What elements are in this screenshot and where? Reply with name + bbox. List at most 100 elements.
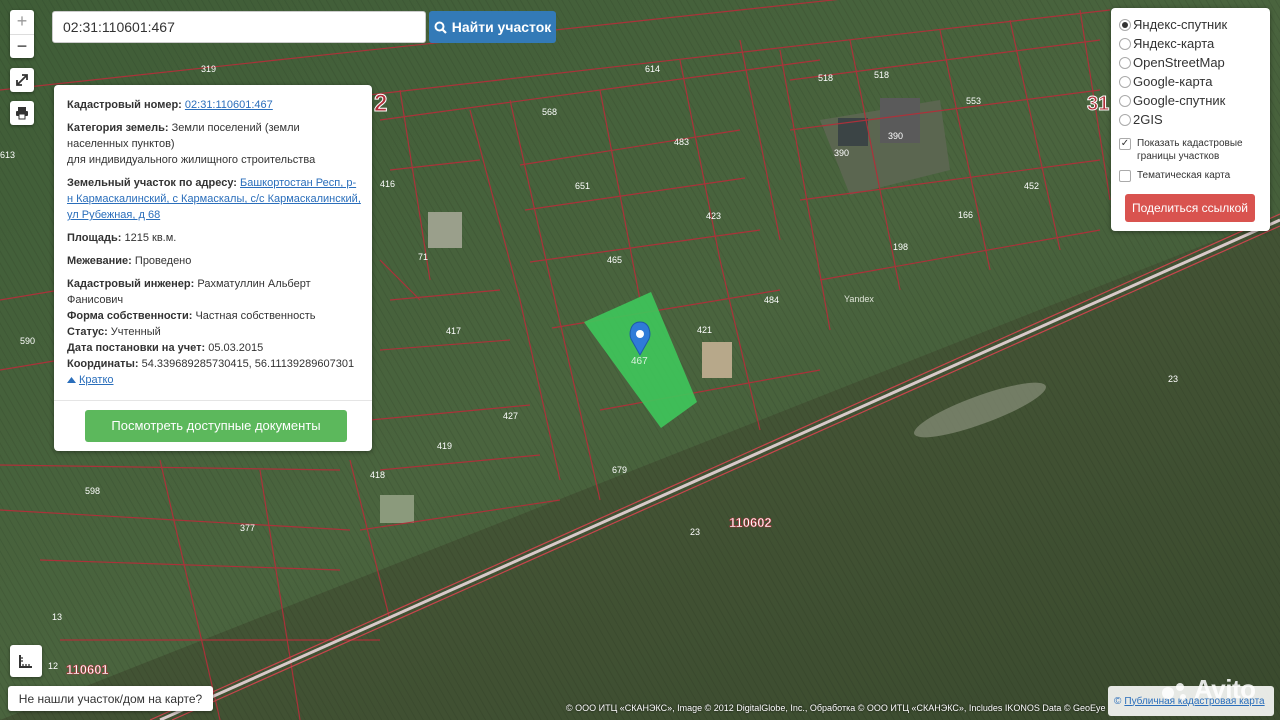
parcel-label: 416 <box>380 179 395 189</box>
ownership-row: Форма собственности: Частная собственнос… <box>67 308 362 324</box>
area-row: Площадь: 1215 кв.м. <box>67 230 362 246</box>
radio-icon[interactable] <box>1119 56 1131 69</box>
parcel-label: 166 <box>958 210 973 220</box>
not-found-button[interactable]: Не нашли участок/дом на карте? <box>8 686 213 711</box>
ownership-label: Форма собственности: <box>67 310 193 322</box>
block-label: 2 <box>374 90 387 117</box>
checkbox-icon[interactable] <box>1119 170 1131 182</box>
share-link-button[interactable]: Поделиться ссылкой <box>1125 194 1255 222</box>
parcel-label: 13 <box>52 612 62 622</box>
ownership-value: Частная собственность <box>195 310 316 322</box>
quarter-label: 110602 <box>729 515 772 530</box>
category-row: Категория земель: Земли поселений (земли… <box>67 120 362 168</box>
parcel-label: 598 <box>85 486 100 496</box>
radio-icon[interactable] <box>1119 113 1131 126</box>
avito-watermark: Avito <box>1160 674 1256 705</box>
layer-option[interactable]: Google-карта <box>1119 72 1270 91</box>
status-label: Статус: <box>67 326 108 338</box>
parcel-label: 518 <box>818 73 833 83</box>
parcel-info-card: Кадастровый номер: 02:31:110601:467 Кате… <box>54 85 372 451</box>
avito-label: Avito <box>1194 674 1256 704</box>
zoom-out-button[interactable]: − <box>10 34 34 58</box>
parcel-label: 651 <box>575 181 590 191</box>
survey-label: Межевание: <box>67 255 132 267</box>
thematic-option[interactable]: Тематическая карта <box>1119 169 1270 182</box>
date-value: 05.03.2015 <box>208 342 264 354</box>
collapse-toggle[interactable]: Кратко <box>67 372 362 388</box>
engineer-label: Кадастровый инженер: <box>67 278 195 290</box>
layer-switcher: Яндекс-спутник Яндекс-карта OpenStreetMa… <box>1111 8 1270 231</box>
cadastral-number-link[interactable]: 02:31:110601:467 <box>185 99 273 111</box>
parcel-label: 427 <box>503 411 518 421</box>
show-borders-label: Показать кадастровые границы участков <box>1137 138 1243 162</box>
category-label: Категория земель: <box>67 122 169 134</box>
parcel-label: 12 <box>48 661 58 671</box>
layer-label: Google-спутник <box>1133 93 1226 108</box>
printer-icon <box>16 107 28 120</box>
parcel-label: 613 <box>0 150 15 160</box>
radio-icon[interactable] <box>1119 94 1131 107</box>
layer-label: OpenStreetMap <box>1133 55 1225 70</box>
construction <box>428 212 462 248</box>
layer-option[interactable]: 2GIS <box>1119 110 1270 129</box>
parcel-label: 484 <box>764 295 779 305</box>
construction <box>380 495 414 523</box>
collapse-label: Кратко <box>79 374 114 386</box>
engineer-row: Кадастровый инженер: Рахматуллин Альберт… <box>67 276 362 308</box>
parcel-label: 568 <box>542 107 557 117</box>
parcel-label: 417 <box>446 326 461 336</box>
parcel-label: 452 <box>1024 181 1039 191</box>
parcel-label: 590 <box>20 336 35 346</box>
date-label: Дата постановки на учет: <box>67 342 206 354</box>
parcel-label: 467 <box>631 356 648 367</box>
parcel-label: 23 <box>690 527 700 537</box>
parcel-label: 418 <box>370 470 385 480</box>
ruler-button[interactable] <box>10 645 42 677</box>
parcel-label: 483 <box>674 137 689 147</box>
fullscreen-button[interactable] <box>10 68 34 92</box>
address-label: Земельный участок по адресу: <box>67 177 237 189</box>
parcel-label: 23 <box>1168 374 1178 384</box>
find-parcel-label: Найти участок <box>451 19 552 35</box>
expand-icon <box>16 74 28 86</box>
date-row: Дата постановки на учет: 05.03.2015 <box>67 340 362 356</box>
coords-label: Координаты: <box>67 358 139 370</box>
search-icon <box>434 21 447 34</box>
layer-option[interactable]: OpenStreetMap <box>1119 53 1270 72</box>
layer-label: 2GIS <box>1133 112 1163 127</box>
layer-label: Яндекс-карта <box>1133 36 1215 51</box>
ruler-icon <box>19 655 32 668</box>
checkmark-icon[interactable]: ✓ <box>1119 138 1131 150</box>
parcel-label: 679 <box>612 465 627 475</box>
view-documents-button[interactable]: Посмотреть доступные документы <box>85 410 347 442</box>
yandex-watermark: Yandex <box>844 294 874 304</box>
search-input[interactable]: 02:31:110601:467 <box>52 11 426 43</box>
parcel-label: 614 <box>645 64 660 74</box>
layer-option[interactable]: Google-спутник <box>1119 91 1270 110</box>
parcel-label: 319 <box>201 64 216 74</box>
layer-option[interactable]: Яндекс-спутник <box>1119 15 1270 34</box>
address-row: Земельный участок по адресу: Башкортоста… <box>67 175 362 223</box>
layer-option[interactable]: Яндекс-карта <box>1119 34 1270 53</box>
survey-value: Проведено <box>134 255 192 267</box>
zoom-control: + − <box>10 10 34 58</box>
zoom-in-button[interactable]: + <box>10 10 34 34</box>
show-borders-option[interactable]: ✓ Показать кадастровые границы участков <box>1119 137 1270 163</box>
radio-icon[interactable] <box>1119 75 1131 88</box>
find-parcel-button[interactable]: Найти участок <box>429 11 556 43</box>
radio-selected-icon[interactable] <box>1119 18 1131 31</box>
parcel-label: 390 <box>834 148 849 158</box>
radio-icon[interactable] <box>1119 37 1131 50</box>
parcel-label: 421 <box>697 325 712 335</box>
status-row: Статус: Учтенный <box>67 324 362 340</box>
print-button[interactable] <box>10 101 34 125</box>
construction <box>702 342 732 378</box>
area-label: Площадь: <box>67 232 122 244</box>
caret-up-icon <box>67 377 76 383</box>
parcel-label: 419 <box>437 441 452 451</box>
map-attribution: © ООО ИТЦ «СКАНЭКС», Image © 2012 Digita… <box>566 703 1106 713</box>
cadastral-label: Кадастровый номер: <box>67 99 182 111</box>
parcel-label: 390 <box>888 131 903 141</box>
parcel-label: 377 <box>240 523 255 533</box>
category-sub: для индивидуального жилищного строительс… <box>67 154 316 166</box>
